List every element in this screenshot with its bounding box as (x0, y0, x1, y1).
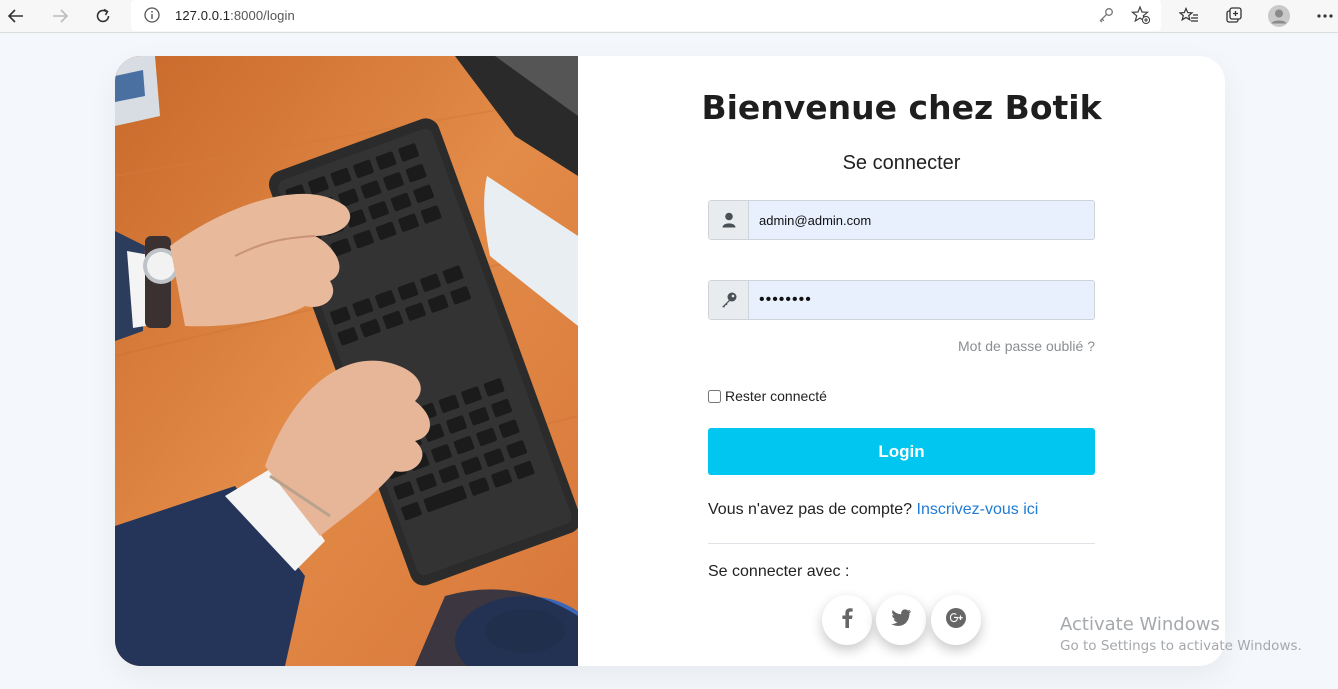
add-favorite-icon[interactable] (1130, 5, 1151, 30)
login-form: Bienvenue chez Botik Se connecter Mot de… (578, 56, 1225, 666)
back-icon[interactable] (3, 4, 29, 28)
divider (708, 543, 1095, 544)
user-icon (709, 201, 749, 239)
page-title: Bienvenue chez Botik (701, 88, 1102, 127)
twitter-icon (891, 609, 911, 631)
forgot-password-link[interactable]: Mot de passe oublié ? (708, 338, 1095, 354)
password-group (708, 280, 1095, 320)
address-bar[interactable]: 127.0.0.1:8000/login (131, 0, 1161, 31)
login-with-label: Se connecter avec : (708, 563, 850, 580)
no-account-text: Vous n'avez pas de compte? (708, 501, 917, 518)
collections-icon[interactable] (1221, 4, 1247, 28)
info-icon[interactable] (143, 6, 161, 29)
password-field[interactable] (749, 281, 1094, 319)
email-group (708, 200, 1095, 240)
favorites-icon[interactable] (1176, 4, 1202, 28)
facebook-icon (841, 607, 853, 633)
signup-link[interactable]: Inscrivez-vous ici (917, 501, 1039, 518)
login-card: Bienvenue chez Botik Se connecter Mot de… (115, 56, 1225, 666)
remember-me[interactable]: Rester connecté (708, 388, 827, 404)
form-subtitle: Se connecter (842, 152, 961, 174)
more-icon[interactable] (1312, 4, 1338, 28)
signup-text: Vous n'avez pas de compte? Inscrivez-vou… (708, 501, 1038, 519)
activate-windows-watermark: Activate Windows Go to Settings to activ… (1060, 614, 1302, 654)
url-host: 127.0.0.1 (175, 8, 231, 23)
key-icon[interactable] (1097, 6, 1115, 29)
profile-avatar[interactable] (1266, 4, 1292, 28)
forward-icon[interactable] (47, 4, 73, 28)
url-path: :8000/login (230, 8, 295, 23)
facebook-button[interactable] (822, 595, 872, 645)
remember-label: Rester connecté (725, 388, 827, 404)
google-plus-icon (945, 607, 967, 634)
watermark-subtitle: Go to Settings to activate Windows. (1060, 638, 1302, 654)
keyboard-photo (115, 56, 578, 666)
watermark-title: Activate Windows (1060, 614, 1220, 635)
url-text: 127.0.0.1:8000/login (175, 8, 295, 23)
reload-icon[interactable] (90, 4, 116, 28)
google-plus-button[interactable] (931, 595, 981, 645)
login-button[interactable]: Login (708, 428, 1095, 475)
remember-checkbox[interactable] (708, 389, 721, 403)
key-icon (709, 281, 749, 319)
email-field[interactable] (749, 201, 1094, 239)
browser-toolbar: 127.0.0.1:8000/login (0, 0, 1338, 33)
twitter-button[interactable] (876, 595, 926, 645)
